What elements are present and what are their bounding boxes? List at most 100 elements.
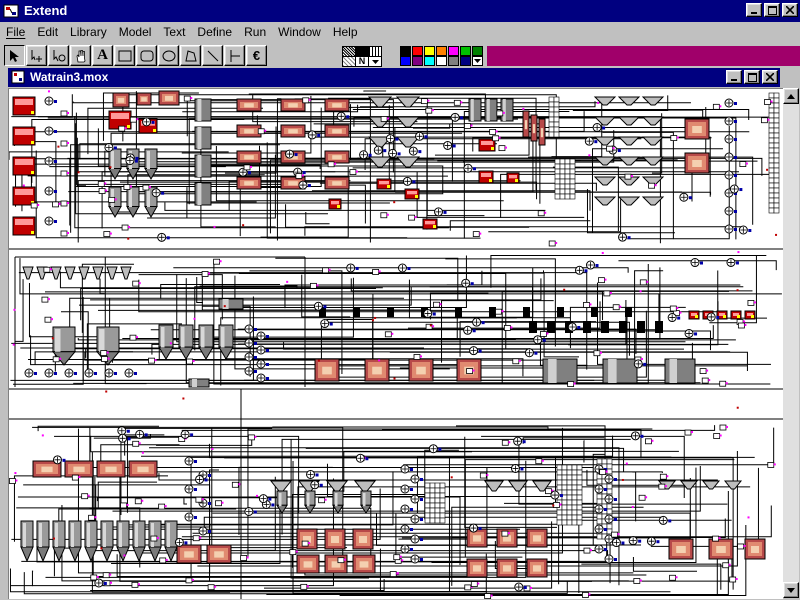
pump-block[interactable] bbox=[724, 98, 737, 108]
drum-block[interactable] bbox=[484, 98, 498, 122]
vertical-scrollbar[interactable] bbox=[783, 88, 799, 598]
silo-block[interactable] bbox=[332, 490, 344, 514]
process-unit-block[interactable] bbox=[668, 538, 694, 560]
pump-block[interactable] bbox=[44, 186, 57, 196]
process-unit-block[interactable] bbox=[744, 538, 766, 560]
tank-block[interactable] bbox=[744, 310, 756, 320]
connector-block[interactable] bbox=[453, 99, 463, 106]
silo-block[interactable] bbox=[116, 520, 130, 563]
connector-block[interactable] bbox=[132, 280, 141, 287]
drum-block[interactable] bbox=[194, 126, 212, 150]
process-unit-block[interactable] bbox=[408, 358, 434, 382]
color-swatch-blue[interactable] bbox=[400, 56, 411, 66]
hopper-block[interactable] bbox=[92, 266, 104, 280]
valve-block[interactable] bbox=[601, 321, 609, 333]
valve-block[interactable] bbox=[655, 321, 663, 333]
tank-block[interactable] bbox=[478, 170, 494, 184]
drum-block[interactable] bbox=[664, 358, 696, 384]
process-unit-block[interactable] bbox=[526, 558, 548, 578]
color-swatch-red[interactable] bbox=[412, 46, 423, 56]
connector-block[interactable] bbox=[43, 266, 52, 273]
silo-block[interactable] bbox=[360, 490, 372, 514]
status-marker[interactable] bbox=[51, 337, 54, 340]
process-unit-block[interactable] bbox=[526, 528, 548, 548]
pump-block[interactable] bbox=[355, 453, 369, 463]
status-marker[interactable] bbox=[41, 434, 44, 437]
status-marker[interactable] bbox=[256, 494, 259, 497]
valve-block[interactable] bbox=[583, 321, 591, 333]
pump-block[interactable] bbox=[434, 207, 447, 217]
connector-block[interactable] bbox=[102, 572, 112, 579]
connector-block[interactable] bbox=[60, 170, 69, 177]
valve-block[interactable] bbox=[489, 307, 496, 317]
minimize-button[interactable] bbox=[746, 3, 762, 17]
connect-tool[interactable] bbox=[26, 45, 47, 66]
status-marker[interactable] bbox=[522, 107, 525, 110]
pump-block[interactable] bbox=[346, 263, 359, 273]
connector-block[interactable] bbox=[489, 129, 498, 135]
status-marker[interactable] bbox=[47, 90, 50, 93]
pump-block[interactable] bbox=[604, 494, 617, 504]
process-unit-block[interactable] bbox=[352, 554, 376, 574]
polygon-tool[interactable] bbox=[180, 45, 201, 66]
pump-block[interactable] bbox=[184, 512, 197, 522]
pump-block[interactable] bbox=[469, 346, 482, 356]
connector-block[interactable] bbox=[134, 498, 144, 505]
status-marker[interactable] bbox=[563, 288, 566, 291]
process-unit-block[interactable] bbox=[324, 150, 350, 164]
valve-block[interactable] bbox=[529, 321, 537, 333]
hopper-block[interactable] bbox=[593, 136, 617, 146]
hand-tool[interactable] bbox=[70, 45, 91, 66]
connector-block[interactable] bbox=[498, 145, 507, 152]
status-marker[interactable] bbox=[127, 237, 130, 240]
data-table-block[interactable] bbox=[768, 92, 780, 214]
valve-block[interactable] bbox=[353, 307, 360, 317]
color-swatch-yellow[interactable] bbox=[424, 46, 435, 56]
status-marker[interactable] bbox=[123, 554, 126, 557]
pump-block[interactable] bbox=[184, 484, 197, 494]
menu-help[interactable]: Help bbox=[327, 22, 364, 44]
valve-block[interactable] bbox=[455, 307, 462, 317]
pump-block[interactable] bbox=[400, 504, 413, 514]
status-marker[interactable] bbox=[625, 462, 628, 465]
tank-block[interactable] bbox=[12, 156, 36, 176]
pump-block[interactable] bbox=[256, 345, 269, 355]
connector-block[interactable] bbox=[148, 357, 157, 364]
connector-block[interactable] bbox=[492, 135, 501, 142]
process-unit-block[interactable] bbox=[206, 544, 232, 564]
rectangle-tool[interactable] bbox=[114, 45, 135, 66]
color-swatch-magenta[interactable] bbox=[448, 46, 459, 56]
pump-block[interactable] bbox=[52, 455, 66, 465]
pump-block[interactable] bbox=[124, 368, 137, 378]
tank-block[interactable] bbox=[12, 126, 36, 146]
pointer-tool[interactable] bbox=[4, 45, 25, 66]
valve-block[interactable] bbox=[619, 321, 627, 333]
connector-block[interactable] bbox=[501, 439, 511, 446]
pump-block[interactable] bbox=[524, 348, 538, 358]
connector-block[interactable] bbox=[318, 497, 327, 504]
drum-block[interactable] bbox=[602, 358, 638, 384]
status-marker[interactable] bbox=[52, 537, 55, 540]
silo-block[interactable] bbox=[84, 520, 98, 563]
connector-block[interactable] bbox=[81, 493, 90, 500]
connector-block[interactable] bbox=[380, 212, 389, 219]
hopper-block[interactable] bbox=[395, 96, 421, 108]
pump-block[interactable] bbox=[633, 359, 647, 369]
pump-block[interactable] bbox=[513, 436, 526, 446]
menu-file[interactable]: File bbox=[0, 22, 31, 44]
status-marker[interactable] bbox=[57, 145, 60, 148]
hopper-block[interactable] bbox=[367, 96, 393, 108]
pump-block[interactable] bbox=[646, 536, 660, 546]
valve-block[interactable] bbox=[387, 307, 394, 317]
process-unit-block[interactable] bbox=[158, 90, 180, 106]
process-unit-block[interactable] bbox=[136, 92, 152, 106]
hopper-block[interactable] bbox=[617, 136, 641, 146]
connector-block[interactable] bbox=[633, 578, 642, 584]
pump-block[interactable] bbox=[385, 134, 399, 144]
pattern-swatch-light[interactable] bbox=[342, 56, 356, 67]
connector-block[interactable] bbox=[670, 135, 679, 141]
process-unit-block[interactable] bbox=[96, 460, 126, 478]
connector-block[interactable] bbox=[60, 140, 69, 147]
status-marker[interactable] bbox=[736, 406, 739, 409]
pump-block[interactable] bbox=[463, 325, 476, 335]
